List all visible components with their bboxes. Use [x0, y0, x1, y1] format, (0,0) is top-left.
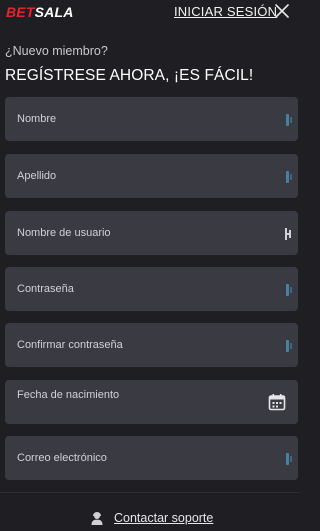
field-label: Contraseña: [17, 283, 74, 295]
password-field[interactable]: Contraseña: [5, 267, 298, 311]
support-agent-icon: [91, 512, 103, 525]
email-field[interactable]: Correo electrónico: [5, 436, 298, 480]
input-extension-icon: [285, 228, 291, 240]
logo-part1: BET: [6, 4, 35, 20]
input-extension-icon: [286, 453, 292, 465]
input-extension-icon: [286, 114, 292, 126]
input-extension-icon: [286, 340, 292, 352]
field-label: Nombre: [17, 113, 57, 125]
first-name-field[interactable]: Nombre: [5, 97, 298, 141]
field-label: Apellido: [17, 170, 57, 182]
username-field[interactable]: Nombre de usuario: [5, 211, 298, 255]
login-link[interactable]: INICIAR SESIÓN: [174, 4, 277, 20]
brand-logo[interactable]: BETSALA: [6, 4, 74, 20]
top-bar: BETSALA INICIAR SESIÓN: [0, 0, 300, 24]
last-name-field[interactable]: Apellido: [5, 154, 298, 198]
field-label: Correo electrónico: [17, 452, 107, 464]
input-extension-icon: [286, 171, 292, 183]
contact-support-link[interactable]: Contactar soporte: [114, 511, 213, 526]
field-label: Fecha de nacimiento: [17, 389, 120, 401]
confirm-password-field[interactable]: Confirmar contraseña: [5, 323, 298, 367]
logo-part2: SALA: [34, 4, 74, 20]
input-extension-icon: [286, 284, 292, 296]
field-label: Nombre de usuario: [17, 227, 111, 239]
close-icon[interactable]: [275, 4, 289, 18]
new-member-subtitle: ¿Nuevo miembro?: [5, 44, 108, 58]
birth-date-field[interactable]: Fecha de nacimiento: [5, 380, 298, 424]
field-label: Confirmar contraseña: [17, 339, 123, 351]
register-headline: REGÍSTRESE AHORA, ¡ES FÁCIL!: [5, 67, 254, 84]
calendar-icon[interactable]: [268, 393, 286, 411]
